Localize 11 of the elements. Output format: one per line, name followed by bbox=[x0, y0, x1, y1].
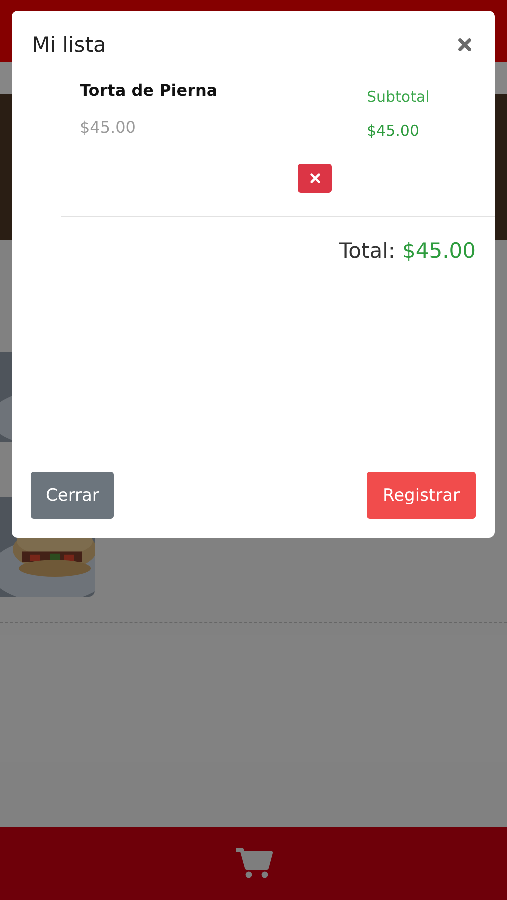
subtotal-label: Subtotal bbox=[367, 88, 431, 106]
subtotal-value: $45.00 bbox=[367, 122, 420, 140]
total-label: Total: bbox=[339, 239, 396, 263]
total-value: $45.00 bbox=[402, 239, 476, 263]
item-name: Torta de Pierna bbox=[80, 81, 218, 100]
delete-button[interactable] bbox=[298, 164, 332, 193]
close-dialog-button[interactable]: Cerrar bbox=[31, 472, 114, 519]
item-price: $45.00 bbox=[80, 118, 137, 137]
cart-icon[interactable] bbox=[234, 846, 274, 880]
dialog-title: Mi lista bbox=[32, 33, 106, 57]
register-button[interactable]: Registrar bbox=[367, 472, 476, 519]
